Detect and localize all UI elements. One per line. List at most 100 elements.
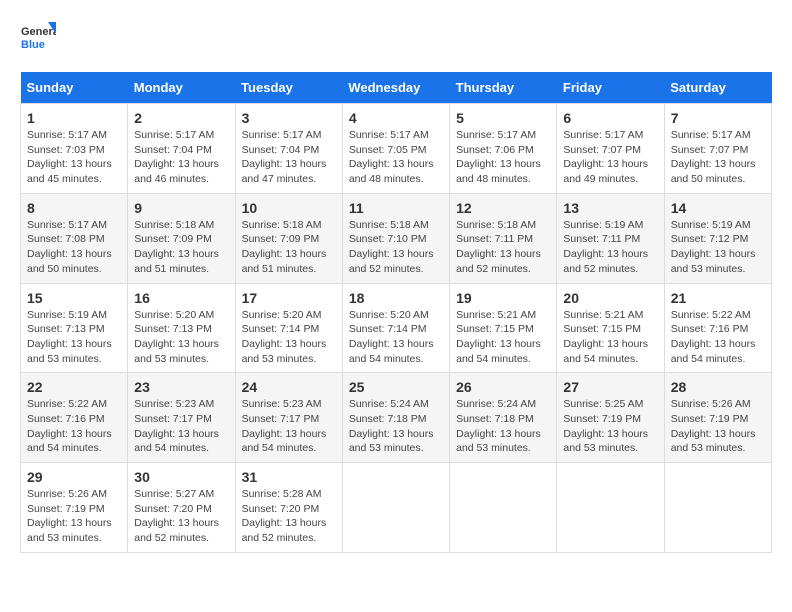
calendar-day-cell: 11 Sunrise: 5:18 AM Sunset: 7:10 PM Dayl… [342, 193, 449, 283]
calendar-day-cell [557, 463, 664, 553]
day-number: 9 [134, 200, 228, 216]
day-number: 12 [456, 200, 550, 216]
day-number: 8 [27, 200, 121, 216]
day-info: Sunrise: 5:17 AM Sunset: 7:07 PM Dayligh… [563, 128, 657, 187]
calendar-week-row: 15 Sunrise: 5:19 AM Sunset: 7:13 PM Dayl… [21, 283, 772, 373]
calendar-table: SundayMondayTuesdayWednesdayThursdayFrid… [20, 72, 772, 553]
calendar-day-cell: 22 Sunrise: 5:22 AM Sunset: 7:16 PM Dayl… [21, 373, 128, 463]
calendar-day-cell [342, 463, 449, 553]
calendar-week-row: 29 Sunrise: 5:26 AM Sunset: 7:19 PM Dayl… [21, 463, 772, 553]
day-info: Sunrise: 5:20 AM Sunset: 7:14 PM Dayligh… [349, 308, 443, 367]
day-info: Sunrise: 5:21 AM Sunset: 7:15 PM Dayligh… [563, 308, 657, 367]
calendar-day-cell: 13 Sunrise: 5:19 AM Sunset: 7:11 PM Dayl… [557, 193, 664, 283]
day-info: Sunrise: 5:17 AM Sunset: 7:06 PM Dayligh… [456, 128, 550, 187]
calendar-week-row: 1 Sunrise: 5:17 AM Sunset: 7:03 PM Dayli… [21, 104, 772, 194]
calendar-day-cell: 5 Sunrise: 5:17 AM Sunset: 7:06 PM Dayli… [450, 104, 557, 194]
calendar-week-row: 22 Sunrise: 5:22 AM Sunset: 7:16 PM Dayl… [21, 373, 772, 463]
day-number: 30 [134, 469, 228, 485]
calendar-week-row: 8 Sunrise: 5:17 AM Sunset: 7:08 PM Dayli… [21, 193, 772, 283]
calendar-day-cell: 24 Sunrise: 5:23 AM Sunset: 7:17 PM Dayl… [235, 373, 342, 463]
calendar-body: 1 Sunrise: 5:17 AM Sunset: 7:03 PM Dayli… [21, 104, 772, 553]
calendar-day-cell: 3 Sunrise: 5:17 AM Sunset: 7:04 PM Dayli… [235, 104, 342, 194]
day-info: Sunrise: 5:21 AM Sunset: 7:15 PM Dayligh… [456, 308, 550, 367]
day-info: Sunrise: 5:26 AM Sunset: 7:19 PM Dayligh… [671, 397, 765, 456]
calendar-day-cell: 19 Sunrise: 5:21 AM Sunset: 7:15 PM Dayl… [450, 283, 557, 373]
calendar-day-cell [450, 463, 557, 553]
weekday-header-cell: Friday [557, 72, 664, 104]
calendar-day-cell: 30 Sunrise: 5:27 AM Sunset: 7:20 PM Dayl… [128, 463, 235, 553]
day-number: 25 [349, 379, 443, 395]
calendar-day-cell: 21 Sunrise: 5:22 AM Sunset: 7:16 PM Dayl… [664, 283, 771, 373]
day-number: 4 [349, 110, 443, 126]
day-number: 29 [27, 469, 121, 485]
weekday-header-cell: Wednesday [342, 72, 449, 104]
svg-text:Blue: Blue [21, 39, 45, 51]
day-number: 3 [242, 110, 336, 126]
day-info: Sunrise: 5:20 AM Sunset: 7:13 PM Dayligh… [134, 308, 228, 367]
calendar-day-cell: 15 Sunrise: 5:19 AM Sunset: 7:13 PM Dayl… [21, 283, 128, 373]
day-info: Sunrise: 5:22 AM Sunset: 7:16 PM Dayligh… [27, 397, 121, 456]
day-info: Sunrise: 5:27 AM Sunset: 7:20 PM Dayligh… [134, 487, 228, 546]
day-info: Sunrise: 5:18 AM Sunset: 7:09 PM Dayligh… [242, 218, 336, 277]
weekday-header-cell: Tuesday [235, 72, 342, 104]
logo: General Blue [20, 20, 56, 56]
day-info: Sunrise: 5:18 AM Sunset: 7:09 PM Dayligh… [134, 218, 228, 277]
calendar-day-cell: 27 Sunrise: 5:25 AM Sunset: 7:19 PM Dayl… [557, 373, 664, 463]
day-info: Sunrise: 5:23 AM Sunset: 7:17 PM Dayligh… [242, 397, 336, 456]
day-number: 27 [563, 379, 657, 395]
day-info: Sunrise: 5:20 AM Sunset: 7:14 PM Dayligh… [242, 308, 336, 367]
day-number: 6 [563, 110, 657, 126]
calendar-day-cell: 6 Sunrise: 5:17 AM Sunset: 7:07 PM Dayli… [557, 104, 664, 194]
calendar-day-cell: 4 Sunrise: 5:17 AM Sunset: 7:05 PM Dayli… [342, 104, 449, 194]
day-info: Sunrise: 5:24 AM Sunset: 7:18 PM Dayligh… [349, 397, 443, 456]
calendar-day-cell: 18 Sunrise: 5:20 AM Sunset: 7:14 PM Dayl… [342, 283, 449, 373]
calendar-day-cell: 9 Sunrise: 5:18 AM Sunset: 7:09 PM Dayli… [128, 193, 235, 283]
calendar-day-cell: 10 Sunrise: 5:18 AM Sunset: 7:09 PM Dayl… [235, 193, 342, 283]
calendar-day-cell: 20 Sunrise: 5:21 AM Sunset: 7:15 PM Dayl… [557, 283, 664, 373]
calendar-day-cell: 17 Sunrise: 5:20 AM Sunset: 7:14 PM Dayl… [235, 283, 342, 373]
calendar-day-cell [664, 463, 771, 553]
calendar-day-cell: 2 Sunrise: 5:17 AM Sunset: 7:04 PM Dayli… [128, 104, 235, 194]
day-number: 28 [671, 379, 765, 395]
day-number: 20 [563, 290, 657, 306]
day-number: 15 [27, 290, 121, 306]
calendar-day-cell: 29 Sunrise: 5:26 AM Sunset: 7:19 PM Dayl… [21, 463, 128, 553]
weekday-header-cell: Thursday [450, 72, 557, 104]
day-info: Sunrise: 5:17 AM Sunset: 7:04 PM Dayligh… [134, 128, 228, 187]
svg-text:General: General [21, 26, 56, 38]
day-number: 19 [456, 290, 550, 306]
calendar-day-cell: 8 Sunrise: 5:17 AM Sunset: 7:08 PM Dayli… [21, 193, 128, 283]
day-info: Sunrise: 5:25 AM Sunset: 7:19 PM Dayligh… [563, 397, 657, 456]
day-number: 16 [134, 290, 228, 306]
calendar-day-cell: 23 Sunrise: 5:23 AM Sunset: 7:17 PM Dayl… [128, 373, 235, 463]
day-info: Sunrise: 5:19 AM Sunset: 7:13 PM Dayligh… [27, 308, 121, 367]
day-number: 26 [456, 379, 550, 395]
calendar-day-cell: 14 Sunrise: 5:19 AM Sunset: 7:12 PM Dayl… [664, 193, 771, 283]
day-info: Sunrise: 5:17 AM Sunset: 7:04 PM Dayligh… [242, 128, 336, 187]
weekday-header-cell: Monday [128, 72, 235, 104]
day-number: 1 [27, 110, 121, 126]
day-number: 7 [671, 110, 765, 126]
day-number: 22 [27, 379, 121, 395]
day-info: Sunrise: 5:24 AM Sunset: 7:18 PM Dayligh… [456, 397, 550, 456]
day-number: 14 [671, 200, 765, 216]
calendar-day-cell: 16 Sunrise: 5:20 AM Sunset: 7:13 PM Dayl… [128, 283, 235, 373]
day-number: 17 [242, 290, 336, 306]
logo-graphic: General Blue [20, 20, 56, 56]
day-info: Sunrise: 5:17 AM Sunset: 7:05 PM Dayligh… [349, 128, 443, 187]
calendar-day-cell: 25 Sunrise: 5:24 AM Sunset: 7:18 PM Dayl… [342, 373, 449, 463]
calendar-day-cell: 1 Sunrise: 5:17 AM Sunset: 7:03 PM Dayli… [21, 104, 128, 194]
day-info: Sunrise: 5:26 AM Sunset: 7:19 PM Dayligh… [27, 487, 121, 546]
day-info: Sunrise: 5:17 AM Sunset: 7:08 PM Dayligh… [27, 218, 121, 277]
weekday-header-row: SundayMondayTuesdayWednesdayThursdayFrid… [21, 72, 772, 104]
day-number: 13 [563, 200, 657, 216]
calendar-day-cell: 31 Sunrise: 5:28 AM Sunset: 7:20 PM Dayl… [235, 463, 342, 553]
day-info: Sunrise: 5:23 AM Sunset: 7:17 PM Dayligh… [134, 397, 228, 456]
calendar-day-cell: 7 Sunrise: 5:17 AM Sunset: 7:07 PM Dayli… [664, 104, 771, 194]
day-info: Sunrise: 5:17 AM Sunset: 7:03 PM Dayligh… [27, 128, 121, 187]
weekday-header-cell: Sunday [21, 72, 128, 104]
calendar-day-cell: 28 Sunrise: 5:26 AM Sunset: 7:19 PM Dayl… [664, 373, 771, 463]
day-number: 10 [242, 200, 336, 216]
day-number: 24 [242, 379, 336, 395]
calendar-day-cell: 12 Sunrise: 5:18 AM Sunset: 7:11 PM Dayl… [450, 193, 557, 283]
